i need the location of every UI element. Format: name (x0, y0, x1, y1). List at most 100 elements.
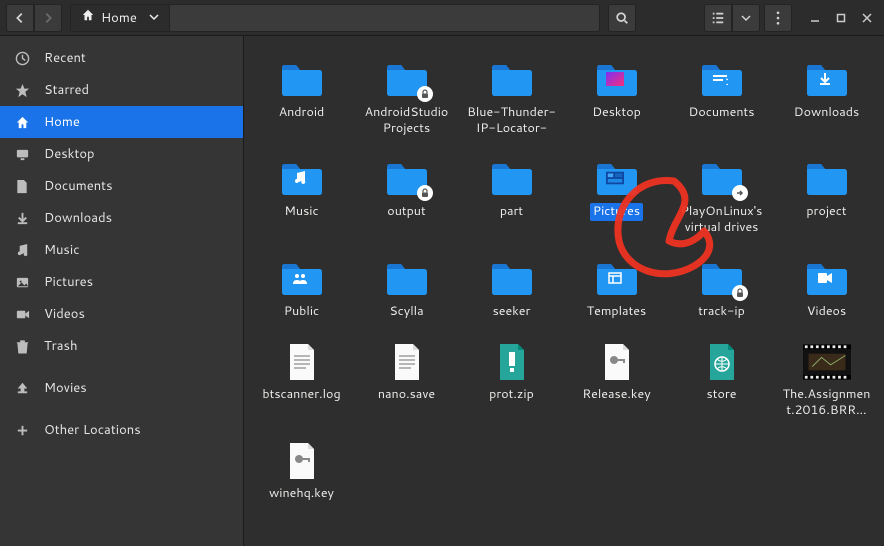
sidebar-item-music[interactable]: Music (0, 234, 243, 266)
nav-group (6, 4, 62, 32)
grid-item[interactable]: part (462, 155, 561, 240)
sidebar-item-label: Music (44, 241, 80, 259)
item-icon (803, 60, 851, 100)
item-label: part (497, 203, 526, 221)
sidebar-item-label: Desktop (44, 145, 95, 163)
sidebar-item-label: Home (44, 113, 80, 131)
content-area[interactable]: Android AndroidStudioProjectsBlue-Thunder… (244, 36, 884, 546)
item-label: AndroidStudioProjects (359, 104, 454, 137)
close-button[interactable] (859, 10, 875, 26)
item-icon (383, 60, 431, 100)
sidebar-item-home[interactable]: Home (0, 106, 243, 138)
item-label: PlayOnLinux's virtual drives (674, 203, 769, 236)
grid-item[interactable]: winehq.key (252, 437, 351, 507)
grid-item[interactable]: seeker (462, 255, 561, 325)
grid-item[interactable]: Downloads (777, 56, 876, 141)
minimize-button[interactable] (807, 10, 823, 26)
hamburger-menu-button[interactable] (764, 4, 792, 32)
path-bar[interactable]: Home (70, 4, 600, 32)
sidebar-item-other-locations[interactable]: Other Locations (0, 414, 243, 446)
sidebar-item-movies[interactable]: Movies (0, 372, 243, 404)
grid-item[interactable]: nano.save (357, 338, 456, 423)
sidebar-item-label: Starred (44, 81, 89, 99)
item-icon (698, 342, 746, 382)
document-icon (14, 178, 30, 194)
desktop-icon (14, 146, 30, 162)
grid-item[interactable]: Videos (777, 255, 876, 325)
sidebar-item-label: Downloads (44, 209, 112, 227)
item-icon (488, 259, 536, 299)
item-icon (803, 159, 851, 199)
item-label: track-ip (695, 303, 748, 321)
sidebar-item-starred[interactable]: Starred (0, 74, 243, 106)
sidebar-item-label: Videos (44, 305, 85, 323)
public-emblem (291, 271, 309, 285)
sidebar-item-recent[interactable]: Recent (0, 42, 243, 74)
item-icon (593, 60, 641, 100)
grid-item[interactable]: Release.key (567, 338, 666, 423)
grid-item[interactable]: btscanner.log (252, 338, 351, 423)
sidebar-item-trash[interactable]: Trash (0, 330, 243, 362)
view-toggle-button[interactable] (704, 4, 732, 32)
sidebar-item-downloads[interactable]: Downloads (0, 202, 243, 234)
trash-icon (14, 338, 30, 354)
item-label: Scylla (386, 303, 426, 321)
grid-item[interactable]: AndroidStudioProjects (357, 56, 456, 141)
item-label: Release.key (579, 386, 653, 404)
grid-item[interactable]: output (357, 155, 456, 240)
item-label: store (704, 386, 740, 404)
grid-item[interactable]: track-ip (672, 255, 771, 325)
grid-item[interactable]: Templates (567, 255, 666, 325)
grid-item[interactable]: Music (252, 155, 351, 240)
item-icon (593, 342, 641, 382)
sidebar-item-label: Documents (44, 177, 113, 195)
maximize-button[interactable] (833, 10, 849, 26)
item-label: Pictures (590, 203, 643, 221)
view-group (704, 4, 760, 32)
video-icon (14, 306, 30, 322)
search-button[interactable] (608, 4, 636, 32)
grid-item[interactable]: store (672, 338, 771, 423)
grid-item[interactable]: Scylla (357, 255, 456, 325)
item-label: Music (281, 203, 321, 221)
sidebar-item-documents[interactable]: Documents (0, 170, 243, 202)
sidebar-item-pictures[interactable]: Pictures (0, 266, 243, 298)
grid-item[interactable]: Public (252, 255, 351, 325)
lock-badge (417, 86, 433, 102)
chevron-down-icon (149, 9, 159, 27)
sidebar-item-videos[interactable]: Videos (0, 298, 243, 330)
item-icon (698, 60, 746, 100)
back-button[interactable] (6, 4, 34, 32)
item-label: Desktop (589, 104, 644, 122)
star-icon (14, 82, 30, 98)
grid-item[interactable]: The.Assignment.2016.BRR… (777, 338, 876, 423)
item-label: output (384, 203, 428, 221)
forward-button[interactable] (34, 4, 62, 32)
sidebar: Recent Starred Home Desktop Documents Downloa… (0, 36, 244, 546)
picture-icon (14, 274, 30, 290)
item-label: prot.zip (486, 386, 537, 404)
grid-item[interactable]: Documents (672, 56, 771, 141)
item-label: Android (276, 104, 328, 122)
item-icon (488, 60, 536, 100)
item-icon (698, 159, 746, 199)
sidebar-item-desktop[interactable]: Desktop (0, 138, 243, 170)
path-segment-home[interactable]: Home (71, 5, 170, 31)
grid-item[interactable]: Android (252, 56, 351, 141)
item-label: Templates (584, 303, 650, 321)
item-icon (278, 259, 326, 299)
grid-item[interactable]: Blue-Thunder-IP-Locator- (462, 56, 561, 141)
item-icon (278, 441, 326, 481)
grid-item[interactable]: prot.zip (462, 338, 561, 423)
grid-item[interactable]: Desktop (567, 56, 666, 141)
download-icon (14, 210, 30, 226)
toolbar: Home (0, 0, 884, 36)
grid-item[interactable]: project (777, 155, 876, 240)
grid-item[interactable]: Pictures (567, 155, 666, 240)
item-icon (593, 159, 641, 199)
grid-item[interactable]: PlayOnLinux's virtual drives (672, 155, 771, 240)
item-icon (593, 259, 641, 299)
music-icon (14, 242, 30, 258)
music-emblem (291, 171, 309, 185)
view-options-button[interactable] (732, 4, 760, 32)
